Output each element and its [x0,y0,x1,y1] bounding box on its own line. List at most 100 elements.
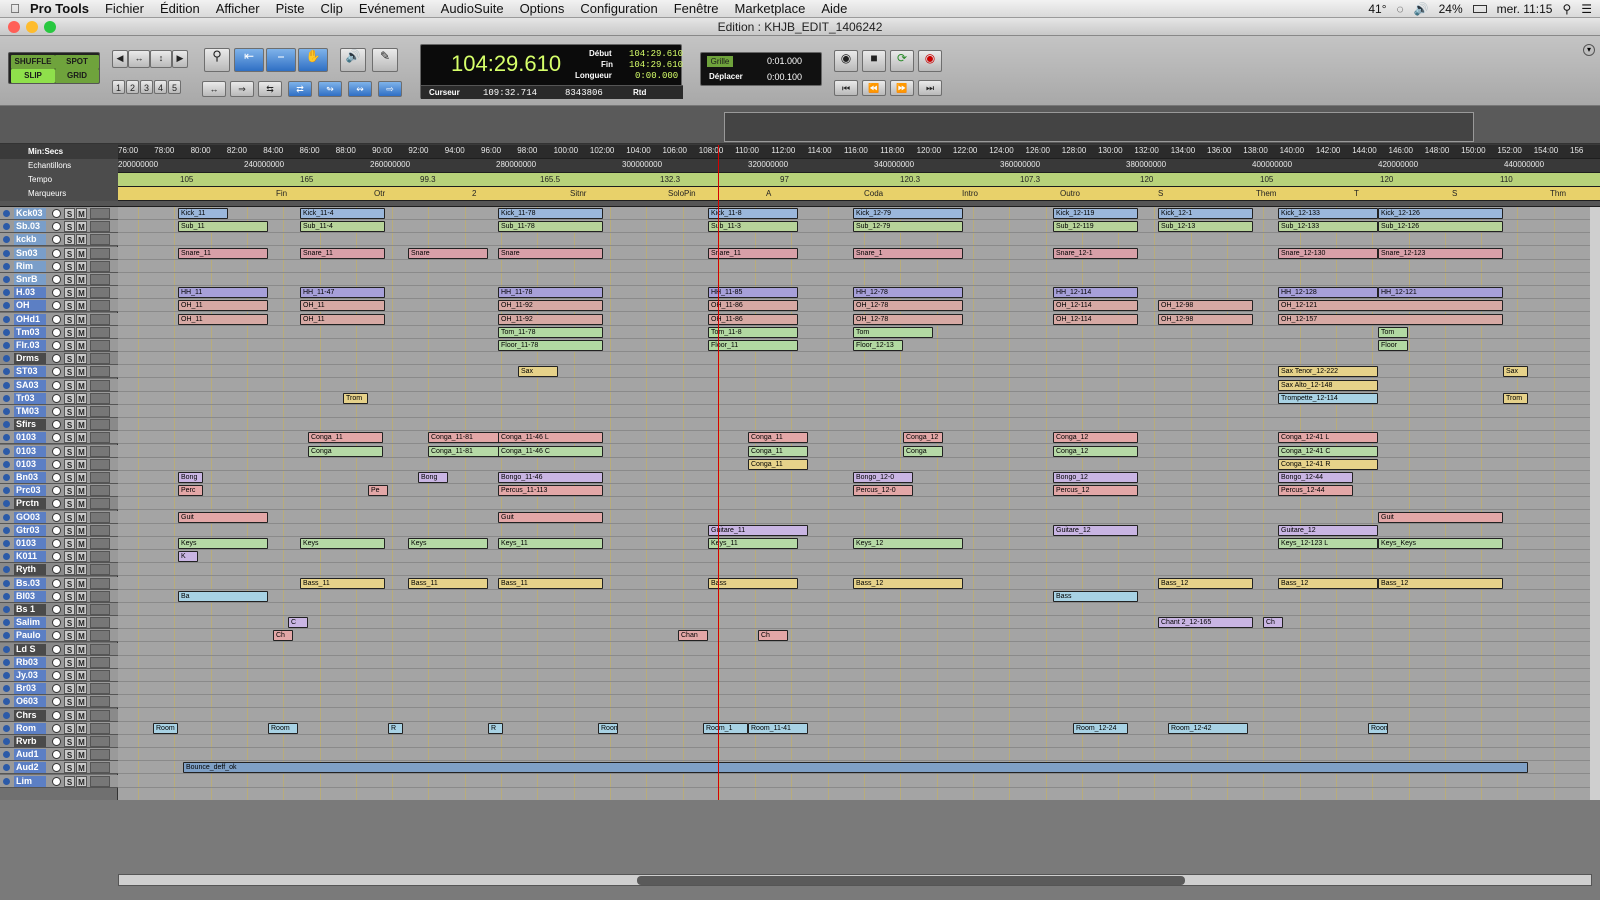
track-name[interactable]: Jy.03 [14,670,46,681]
audio-clip[interactable]: OH_12-78 [853,300,963,312]
solo-button[interactable]: S [64,498,75,510]
mute-button[interactable]: M [76,643,87,655]
solo-button[interactable]: S [64,326,75,338]
track-view-button[interactable] [90,366,110,378]
track-name[interactable]: Sb.03 [14,221,46,233]
track-header[interactable]: Lim S M [0,774,118,788]
track-name[interactable]: Bn03 [14,472,46,483]
audio-clip[interactable]: Floor_11-78 [498,340,603,351]
record-enable-icon[interactable] [52,512,61,522]
record-enable-icon[interactable] [52,420,61,430]
track-name[interactable]: ST03 [14,366,46,378]
solo-button[interactable]: S [64,670,75,681]
track-view-button[interactable] [90,577,110,589]
solo-button[interactable]: S [64,604,75,615]
track-name[interactable]: kckb [14,234,46,246]
audio-clip[interactable]: Bongo_12-0 [853,472,913,483]
record-enable-icon[interactable] [52,552,61,562]
record-enable-icon[interactable] [52,525,61,535]
audio-clip[interactable]: Conga [308,445,383,457]
track-lane[interactable] [118,260,1592,273]
audio-clip[interactable]: Keys_12-123 L [1278,538,1378,549]
toolbar-menu-icon[interactable]: ▾ [1583,44,1595,56]
track-name[interactable]: Sn03 [14,247,46,259]
grid-label[interactable]: Grille [707,56,733,67]
audio-clip[interactable]: Bass_12 [853,577,963,589]
horizontal-scrollbar[interactable] [118,874,1592,886]
track-header[interactable]: 0103 S M [0,457,118,471]
audio-clip[interactable]: Sax [1503,366,1528,378]
audio-clip[interactable]: Sub_12-126 [1378,221,1503,233]
audio-clip[interactable]: Conga_12 [903,432,943,444]
track-header[interactable]: SnrB S M [0,273,118,286]
mute-button[interactable]: M [76,696,87,708]
fast-forward-icon[interactable]: ⏩ [890,80,914,96]
audio-clip[interactable]: Snare_12-123 [1378,247,1503,259]
audio-clip[interactable]: Perc [178,485,203,497]
solo-button[interactable]: S [64,234,75,246]
track-lane[interactable] [118,563,1592,577]
track-view-button[interactable] [90,485,110,497]
track-view-button[interactable] [90,353,110,365]
track-header[interactable]: O603 S M [0,695,118,709]
audio-clip[interactable]: Bass_11 [300,577,385,589]
track-lane[interactable]: Bong Bong Bongo_11-46 Bongo_12-0 Bongo_12 Bon… [118,471,1592,484]
audio-clip[interactable]: Chant 2_12-165 [1158,617,1253,629]
audio-clip[interactable]: OH_12-98 [1158,300,1253,312]
track-name[interactable]: Aud1 [14,749,46,761]
track-header[interactable]: kckb S M [0,233,118,247]
audio-clip[interactable]: Conga_11-81 [428,432,503,444]
track-view-button[interactable] [90,379,110,391]
audio-clip[interactable]: OH_11-92 [498,300,603,312]
rtd-label[interactable]: Rtd [633,88,646,97]
audio-clip[interactable]: OH_12-121 [1278,300,1503,312]
track-view-button[interactable] [90,538,110,549]
solo-button[interactable]: S [64,736,75,747]
track-view-button[interactable] [90,670,110,681]
track-view-button[interactable] [90,564,110,576]
solo-button[interactable]: S [64,274,75,285]
track-header[interactable]: Paulo S M [0,629,118,643]
track-view-button[interactable] [90,551,110,563]
audio-clip[interactable]: OH_11-86 [708,300,798,312]
audio-clip[interactable]: Bongo_12 [1053,472,1138,483]
track-header[interactable]: Bs.03 S M [0,576,118,590]
mute-button[interactable]: M [76,577,87,589]
track-lane[interactable]: Guit Guit Guit [118,511,1592,524]
insertion-follows-icon[interactable]: ↬ [318,81,342,97]
track-name[interactable]: BI03 [14,590,46,602]
record-enable-icon[interactable] [52,380,61,390]
record-enable-icon[interactable] [52,301,61,311]
track-name[interactable]: Lim [14,775,46,787]
track-view-button[interactable] [90,749,110,761]
horizontal-scroll-thumb[interactable] [637,876,1185,885]
audio-clip[interactable]: Keys_11 [708,538,798,549]
track-header[interactable]: Bn03 S M [0,471,118,484]
record-enable-icon[interactable] [52,446,61,456]
vertical-zoom-icon[interactable]: ↕ [150,50,172,68]
track-view-button[interactable] [90,604,110,615]
main-counter[interactable]: 104:29.610 Début 104:29.610 Fin 104:29.6… [420,44,683,99]
track-lane[interactable]: Trom Trompette_12-114 Trom [118,392,1592,405]
menu-audiosuite[interactable]: AudioSuite [441,1,504,16]
audio-clip[interactable]: Sub_12-79 [853,221,963,233]
minsecs-ruler[interactable]: Min:Secs 76:00 78:00 80:00 82:00 84:00 86:00 8… [0,145,1600,159]
audio-clip[interactable]: Sax [518,366,558,378]
track-view-button[interactable] [90,392,110,404]
solo-button[interactable]: S [64,577,75,589]
audio-clip[interactable]: Kick_11-4 [300,208,385,219]
samples-ruler[interactable]: Echantillons 200000000 240000000 260000000… [0,159,1600,173]
audio-clip[interactable]: Keys_Keys [1378,538,1503,549]
horizontal-zoom-icon[interactable]: ↔ [128,50,150,68]
audio-clip[interactable]: OH_12-114 [1053,300,1138,312]
nudge-value[interactable]: 0:00.100 [767,72,802,82]
audio-clip[interactable]: Conga_11 [748,458,808,470]
audio-clip[interactable]: C [288,617,308,629]
track-view-button[interactable] [90,221,110,233]
track-header[interactable]: OH S M [0,299,118,313]
solo-button[interactable]: S [64,749,75,761]
record-enable-icon[interactable] [52,354,61,364]
track-header[interactable]: OHd1 S M [0,312,118,326]
solo-button[interactable]: S [64,313,75,325]
audio-clip[interactable]: Conga_11-46 C [498,445,603,457]
